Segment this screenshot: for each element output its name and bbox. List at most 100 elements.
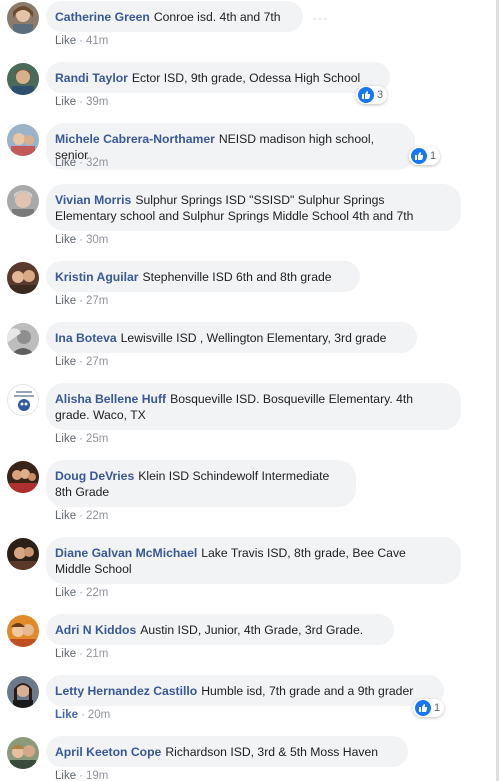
separator: · bbox=[81, 709, 85, 721]
like-button[interactable]: Like bbox=[55, 356, 76, 368]
timestamp[interactable]: 22m bbox=[86, 510, 108, 522]
separator: · bbox=[79, 648, 83, 660]
reaction-count[interactable]: 1 bbox=[409, 147, 441, 165]
separator: · bbox=[79, 510, 83, 522]
comment-meta: Like · 19m bbox=[55, 770, 108, 781]
separator: · bbox=[79, 157, 83, 169]
comment-author[interactable]: Doug DeVries bbox=[55, 469, 134, 483]
comment-bubble: Doug DeVries Klein ISD Schindewolf Interm… bbox=[46, 460, 356, 507]
comment-author[interactable]: Letty Hernandez Castillo bbox=[55, 684, 197, 698]
comment-meta: Like · 25m bbox=[55, 433, 108, 445]
comment-text: Lake Travis ISD, 8th grade, Bee Cave bbox=[201, 546, 406, 560]
comment-bubble: Catherine Green Conroe isd. 4th and 7th bbox=[46, 1, 303, 32]
avatar[interactable] bbox=[7, 538, 39, 570]
timestamp[interactable]: 27m bbox=[86, 295, 108, 307]
separator: · bbox=[79, 295, 83, 307]
like-reaction-icon bbox=[358, 87, 374, 103]
comment-meta: Like · 21m bbox=[55, 648, 108, 660]
comment-meta: Like · 27m bbox=[55, 295, 108, 307]
comment-bubble: Vivian Morris Sulphur Springs ISD "SSISD"… bbox=[46, 184, 461, 231]
separator: · bbox=[79, 433, 83, 445]
comment-text: Humble isd, 7th grade and a 9th grader bbox=[201, 684, 414, 698]
reaction-count[interactable]: 1 bbox=[413, 699, 445, 717]
timestamp[interactable]: 19m bbox=[86, 770, 108, 781]
comment-text-continued: Elementary school and Sulphur Springs Mi… bbox=[55, 209, 414, 223]
more-options-icon[interactable]: ··· bbox=[313, 11, 328, 25]
comment-bubble: Adri N Kiddos Austin ISD, Junior, 4th Gra… bbox=[46, 614, 394, 645]
avatar[interactable] bbox=[7, 323, 39, 355]
comment-meta: Like · 39m bbox=[55, 96, 108, 108]
separator: · bbox=[79, 234, 83, 246]
separator: · bbox=[79, 770, 83, 781]
comment-bubble: Diane Galvan McMichael Lake Travis ISD, 8… bbox=[46, 537, 461, 584]
like-button[interactable]: Like bbox=[55, 587, 76, 599]
timestamp[interactable]: 41m bbox=[86, 35, 108, 47]
comment-bubble: Kristin Aguilar Stephenville ISD 6th and … bbox=[46, 261, 360, 292]
avatar[interactable] bbox=[7, 63, 39, 95]
timestamp[interactable]: 21m bbox=[86, 648, 108, 660]
comment-author[interactable]: Kristin Aguilar bbox=[55, 270, 139, 284]
comment-author[interactable]: Diane Galvan McMichael bbox=[55, 546, 197, 560]
comment-author[interactable]: Adri N Kiddos bbox=[55, 623, 136, 637]
avatar[interactable] bbox=[7, 737, 39, 769]
like-button[interactable]: Like bbox=[55, 709, 78, 721]
avatar[interactable] bbox=[7, 262, 39, 294]
comment-bubble: April Keeton Cope Richardson ISD, 3rd & 5… bbox=[46, 736, 408, 767]
timestamp[interactable]: 32m bbox=[86, 157, 108, 169]
like-button[interactable]: Like bbox=[55, 96, 76, 108]
like-button[interactable]: Like bbox=[55, 433, 76, 445]
comment-author[interactable]: Michele Cabrera-Northamer bbox=[55, 132, 215, 146]
like-reaction-icon bbox=[411, 148, 427, 164]
like-button[interactable]: Like bbox=[55, 770, 76, 781]
comment-author[interactable]: Ina Boteva bbox=[55, 331, 117, 345]
avatar[interactable] bbox=[7, 185, 39, 217]
like-button[interactable]: Like bbox=[55, 157, 76, 169]
timestamp[interactable]: 30m bbox=[86, 234, 108, 246]
comment-bubble: Alisha Bellene Huff Bosqueville ISD. Bosq… bbox=[46, 383, 461, 430]
reaction-count[interactable]: 3 bbox=[356, 86, 388, 104]
comment-text: Richardson ISD, 3rd & 5th Moss Haven bbox=[165, 745, 379, 759]
like-button[interactable]: Like bbox=[55, 648, 76, 660]
comment-meta: Like · 30m bbox=[55, 234, 108, 246]
avatar[interactable] bbox=[7, 676, 39, 708]
comment-bubble: Randi Taylor Ector ISD, 9th grade, Odessa… bbox=[46, 62, 390, 93]
timestamp[interactable]: 20m bbox=[88, 709, 110, 721]
avatar[interactable] bbox=[7, 124, 39, 156]
like-button[interactable]: Like bbox=[55, 295, 76, 307]
separator: · bbox=[79, 356, 83, 368]
avatar[interactable] bbox=[7, 615, 39, 647]
comment-author[interactable]: Vivian Morris bbox=[55, 193, 131, 207]
comment-text: Austin ISD, Junior, 4th Grade, 3rd Grade… bbox=[140, 623, 364, 637]
comment-text: Klein ISD Schindewolf Intermediate bbox=[138, 469, 330, 483]
timestamp[interactable]: 22m bbox=[86, 587, 108, 599]
separator: · bbox=[79, 35, 83, 47]
comment-meta: Like · 20m bbox=[55, 709, 110, 721]
separator: · bbox=[79, 587, 83, 599]
comment-author[interactable]: Alisha Bellene Huff bbox=[55, 392, 166, 406]
comment-meta: Like · 22m bbox=[55, 510, 108, 522]
timestamp[interactable]: 39m bbox=[86, 96, 108, 108]
comment-text-continued: Middle School bbox=[55, 562, 132, 576]
like-button[interactable]: Like bbox=[55, 234, 76, 246]
comment-text-continued: 8th Grade bbox=[55, 485, 110, 499]
comment-author[interactable]: April Keeton Cope bbox=[55, 745, 161, 759]
comment-author[interactable]: Catherine Green bbox=[55, 10, 150, 24]
like-button[interactable]: Like bbox=[55, 510, 76, 522]
reaction-number: 1 bbox=[430, 150, 437, 162]
avatar[interactable] bbox=[7, 2, 39, 34]
avatar[interactable] bbox=[7, 384, 39, 416]
comment-text-continued: grade. Waco, TX bbox=[55, 408, 146, 422]
comment-bubble: Ina Boteva Lewisville ISD , Wellington El… bbox=[46, 322, 417, 353]
like-button[interactable]: Like bbox=[55, 35, 76, 47]
comment-text: Lewisville ISD , Wellington Elementary, … bbox=[120, 331, 387, 345]
timestamp[interactable]: 25m bbox=[86, 433, 108, 445]
comment-text: Sulphur Springs ISD "SSISD" Sulphur Spri… bbox=[135, 193, 385, 207]
timestamp[interactable]: 27m bbox=[86, 356, 108, 368]
comment-meta: Like · 27m bbox=[55, 356, 108, 368]
reaction-number: 1 bbox=[434, 702, 441, 714]
comment-bubble: Letty Hernandez Castillo Humble isd, 7th … bbox=[46, 675, 444, 706]
comment-text: Conroe isd. 4th and 7th bbox=[153, 10, 281, 24]
like-reaction-icon bbox=[415, 700, 431, 716]
comment-author[interactable]: Randi Taylor bbox=[55, 71, 128, 85]
avatar[interactable] bbox=[7, 461, 39, 493]
